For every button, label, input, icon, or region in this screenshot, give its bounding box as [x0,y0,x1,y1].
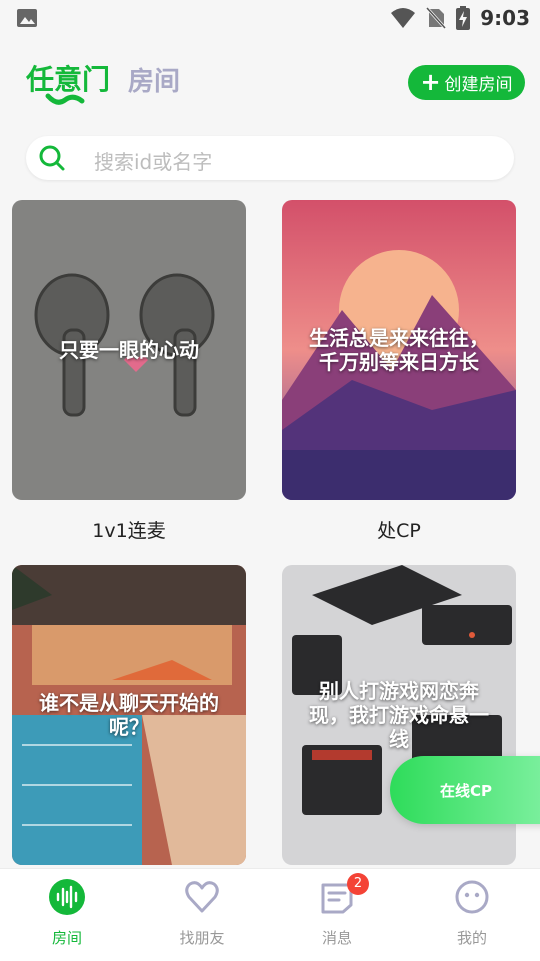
room-card-1v1[interactable]: 只要一眼的心动 [12,200,246,500]
active-tab-indicator [45,93,85,105]
nav-item-mine[interactable]: 我的 [422,879,522,959]
room-caption: 生活总是来来往往，千万别等来日方长 [309,326,489,374]
no-sim-icon [426,7,447,29]
room-title: 处CP [377,520,421,542]
plus-icon: + [420,67,441,96]
room-title: 1v1连麦 [92,520,166,542]
nav-item-find-friends[interactable]: 找朋友 [152,879,252,959]
heart-icon [185,881,219,913]
gallery-notification-icon [17,9,37,27]
create-room-button[interactable]: + 创建房间 [408,65,525,100]
room-card-cp[interactable]: 生活总是来来往往，千万别等来日方长 [282,200,516,500]
status-time: 9:03 [480,6,530,30]
wifi-icon [391,8,416,28]
room-caption: 别人打游戏网恋奔现，我打游戏命悬一线 [309,679,489,751]
nav-label: 找朋友 [179,929,225,947]
unread-badge: 2 [347,873,369,895]
search-icon [39,145,65,171]
search-input[interactable]: 搜索id或名字 [26,136,514,180]
nav-item-room[interactable]: 房间 [17,879,117,959]
search-placeholder: 搜索id或名字 [94,150,213,174]
nav-label: 我的 [456,929,487,947]
nav-item-messages[interactable]: 2 消息 [287,873,387,959]
nav-label: 房间 [51,929,82,947]
room-caption: 谁不是从聊天开始的呢？ [39,691,219,739]
bottom-nav: 房间 找朋友 2 消息 我的 [0,868,540,961]
tab-room[interactable]: 房间 [128,61,180,98]
face-icon [455,880,489,914]
room-card-chat[interactable]: 谁不是从聊天开始的呢？ [12,565,246,865]
nav-label: 消息 [321,929,352,947]
room-caption: 只要一眼的心动 [59,338,199,362]
online-cp-button[interactable]: 在线CP [390,756,540,824]
create-room-label: 创建房间 [444,75,513,95]
status-bar: 9:03 [0,0,540,36]
battery-charging-icon [456,6,471,30]
voice-wave-icon [49,879,85,915]
